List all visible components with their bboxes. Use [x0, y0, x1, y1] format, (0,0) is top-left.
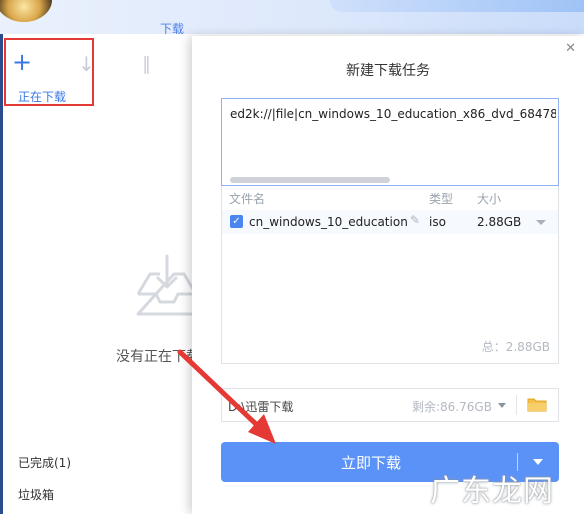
- file-checkbox[interactable]: ✓: [230, 215, 243, 228]
- horizontal-scrollbar[interactable]: [230, 177, 390, 183]
- downloading-tab[interactable]: 正在下载: [18, 88, 66, 105]
- chevron-down-icon[interactable]: [498, 403, 506, 408]
- new-download-dialog: 新建下载任务 ✕ ed2k://|file|cn_windows_10_educ…: [192, 36, 584, 514]
- window-edge: [0, 34, 3, 514]
- close-icon[interactable]: ✕: [565, 41, 576, 56]
- folder-icon[interactable]: [527, 397, 547, 412]
- titlebar-decoration: [330, 0, 584, 12]
- watermark: 广东龙网: [430, 474, 554, 509]
- file-size: 2.88GB: [477, 215, 522, 229]
- chevron-down-icon[interactable]: [536, 220, 546, 225]
- dialog-title: 新建下载任务: [346, 63, 430, 79]
- empty-tray-icon: [136, 254, 198, 316]
- title-bar: 下载: [0, 0, 584, 41]
- column-header-size: 大小: [477, 192, 502, 206]
- edit-icon[interactable]: ✎: [410, 213, 420, 227]
- save-path-selector[interactable]: D:\迅雷下载 剩余:86.76GB: [221, 388, 559, 422]
- sidebar-item-completed[interactable]: 已完成(1): [18, 454, 71, 471]
- column-header-type: 类型: [429, 192, 454, 206]
- file-name: cn_windows_10_education...: [249, 215, 409, 229]
- column-header-name: 文件名: [229, 192, 266, 206]
- url-text[interactable]: ed2k://|file|cn_windows_10_education_x86…: [230, 107, 556, 121]
- sidebar-item-trash[interactable]: 垃圾箱: [18, 486, 54, 503]
- app-logo: [0, 0, 52, 22]
- pause-icon[interactable]: ∥: [142, 54, 151, 75]
- file-list: 文件名 类型 大小 ✓ cn_windows_10_education... ✎…: [221, 186, 559, 364]
- chevron-down-icon[interactable]: [533, 459, 543, 465]
- empty-state-text: 没有正在下载: [116, 349, 196, 365]
- file-row[interactable]: ✓ cn_windows_10_education... ✎ iso 2.88G…: [222, 210, 558, 234]
- save-path[interactable]: D:\迅雷下载: [228, 398, 293, 415]
- url-input[interactable]: ed2k://|file|cn_windows_10_education_x86…: [221, 98, 559, 186]
- divider: [516, 395, 517, 415]
- file-type: iso: [429, 215, 446, 229]
- total-size: 总：2.88GB: [481, 340, 550, 354]
- free-space: 剩余:86.76GB: [412, 400, 492, 414]
